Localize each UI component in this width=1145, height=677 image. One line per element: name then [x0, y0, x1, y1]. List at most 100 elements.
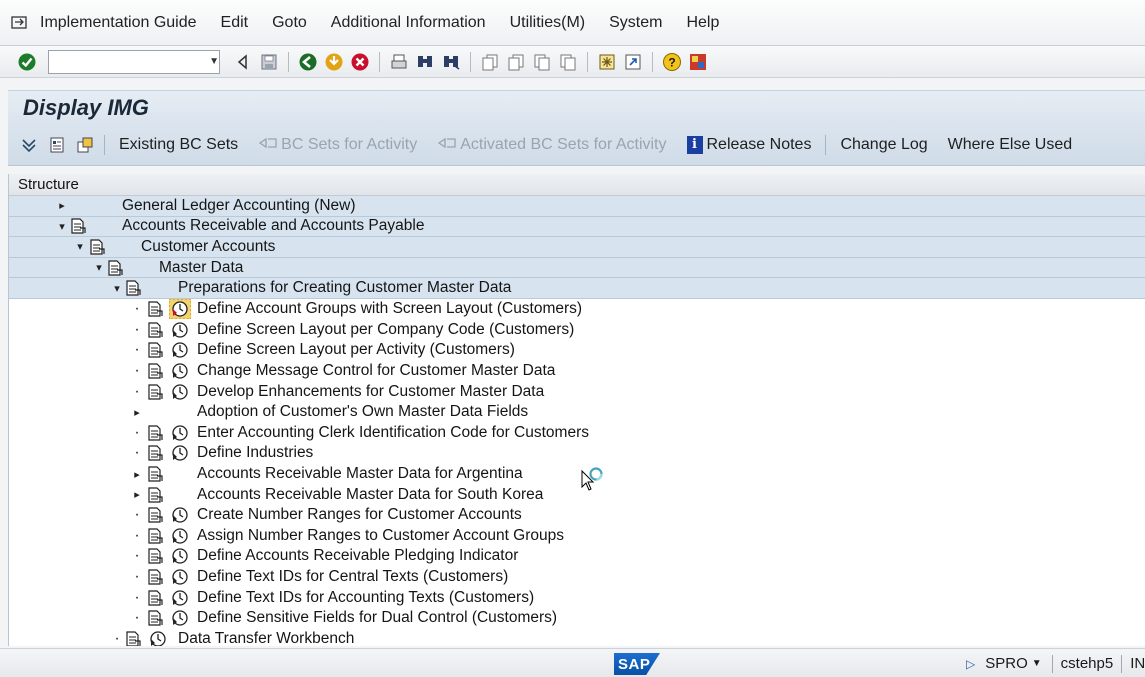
tree-node[interactable]: ▸ Adoption of Customer's Own Master Data …: [9, 402, 1145, 423]
tree-node-label[interactable]: General Ledger Accounting (New): [122, 197, 356, 215]
where-else-used-button[interactable]: Where Else Used: [938, 136, 1083, 154]
tree-node-label[interactable]: Accounts Receivable Master Data for Arge…: [197, 465, 523, 483]
tree-node-label[interactable]: Enter Accounting Clerk Identification Co…: [197, 424, 589, 442]
menu-additional-information[interactable]: Additional Information: [319, 14, 498, 32]
tree-node-label[interactable]: Develop Enhancements for Customer Master…: [197, 383, 544, 401]
execute-activity-icon[interactable]: [149, 630, 167, 646]
execute-activity-icon[interactable]: [171, 362, 189, 380]
tree-node-label[interactable]: Change Message Control for Customer Mast…: [197, 362, 555, 380]
generate-shortcut-icon[interactable]: [622, 51, 644, 73]
execute-activity-icon[interactable]: [171, 341, 189, 359]
execute-activity-icon[interactable]: [171, 568, 189, 586]
find-icon[interactable]: [414, 51, 436, 73]
expand-node-icon[interactable]: ▸: [131, 468, 143, 481]
tree-node-label[interactable]: Define Text IDs for Central Texts (Custo…: [197, 568, 508, 586]
execute-activity-icon[interactable]: [171, 383, 189, 401]
tree-node[interactable]: · Define Text IDs for Central Texts (Cust…: [9, 567, 1145, 588]
help-icon[interactable]: ?: [661, 51, 683, 73]
bc-sets-for-activity-button[interactable]: BC Sets for Activity: [248, 136, 427, 154]
command-field[interactable]: ▼: [24, 49, 220, 74]
menu-edit[interactable]: Edit: [209, 14, 261, 32]
existing-bc-sets-button[interactable]: Existing BC Sets: [109, 136, 248, 154]
documentation-icon[interactable]: [146, 568, 164, 586]
tree-node-label[interactable]: Assign Number Ranges to Customer Account…: [197, 527, 564, 545]
collapse-node-icon[interactable]: ▾: [56, 220, 68, 233]
cross-reference-icon[interactable]: [74, 134, 96, 156]
first-page-icon[interactable]: [479, 51, 501, 73]
tree-node[interactable]: · Define Accounts Receivable Pledging Ind…: [9, 546, 1145, 567]
green-back-icon[interactable]: [297, 51, 319, 73]
tree-node[interactable]: ▸ Accounts Receivable Master Data for Arg…: [9, 464, 1145, 485]
tree-node[interactable]: · Define Text IDs for Accounting Texts (C…: [9, 587, 1145, 608]
tree-node-label[interactable]: Customer Accounts: [141, 238, 275, 256]
menu-help[interactable]: Help: [674, 14, 731, 32]
documentation-icon[interactable]: [146, 383, 164, 401]
expand-node-icon[interactable]: ▸: [131, 488, 143, 501]
tree-node[interactable]: ▾ Master Data: [9, 257, 1145, 279]
execute-activity-icon[interactable]: [171, 527, 189, 545]
create-session-icon[interactable]: [596, 51, 618, 73]
execute-activity-icon[interactable]: [171, 321, 189, 339]
tree-node[interactable]: · Define Sensitive Fields for Dual Contro…: [9, 608, 1145, 629]
tree-node[interactable]: ▾ Preparations for Creating Customer Mast…: [9, 278, 1145, 299]
tree-node-label[interactable]: Define Screen Layout per Company Code (C…: [197, 321, 574, 339]
expand-node-icon[interactable]: ▸: [56, 199, 68, 212]
execute-activity-icon[interactable]: [171, 424, 189, 442]
documentation-icon[interactable]: [146, 424, 164, 442]
execute-activity-icon[interactable]: [171, 609, 189, 627]
expand-subtree-icon[interactable]: [18, 134, 40, 156]
tree-node-label[interactable]: Adoption of Customer's Own Master Data F…: [197, 403, 528, 421]
documentation-icon[interactable]: [146, 589, 164, 607]
tree-node[interactable]: · Develop Enhancements for Customer Maste…: [9, 381, 1145, 402]
tree-node-label[interactable]: Define Industries: [197, 444, 313, 462]
activated-bc-sets-button[interactable]: Activated BC Sets for Activity: [427, 136, 676, 154]
menu-utilities[interactable]: Utilities(M): [498, 14, 598, 32]
cancel-icon[interactable]: [349, 51, 371, 73]
command-input[interactable]: [24, 50, 210, 73]
tree-node[interactable]: ▸ General Ledger Accounting (New): [9, 196, 1145, 217]
customize-layout-icon[interactable]: [687, 51, 709, 73]
documentation-icon[interactable]: [146, 465, 164, 483]
tree-node[interactable]: · Define Industries: [9, 443, 1145, 464]
documentation-icon[interactable]: [69, 217, 87, 235]
expand-status-icon[interactable]: ▷: [966, 657, 975, 671]
save-icon[interactable]: [258, 51, 280, 73]
documentation-icon[interactable]: [146, 444, 164, 462]
documentation-icon[interactable]: [146, 341, 164, 359]
tree-node[interactable]: · Data Transfer Workbench: [9, 628, 1145, 646]
documentation-icon[interactable]: [146, 506, 164, 524]
last-page-icon[interactable]: [557, 51, 579, 73]
tree-node-label[interactable]: Define Screen Layout per Activity (Custo…: [197, 341, 515, 359]
tree-node-label[interactable]: Define Sensitive Fields for Dual Control…: [197, 609, 557, 627]
tree-node[interactable]: · Create Number Ranges for Customer Accou…: [9, 505, 1145, 526]
execute-activity-icon[interactable]: [171, 547, 189, 565]
documentation-icon[interactable]: [146, 300, 164, 318]
tree-node-label[interactable]: Accounts Receivable Master Data for Sout…: [197, 486, 543, 504]
documentation-icon[interactable]: [146, 609, 164, 627]
change-log-button[interactable]: Change Log: [830, 136, 937, 154]
documentation-icon[interactable]: [146, 547, 164, 565]
tree-node-label[interactable]: Master Data: [159, 259, 243, 277]
chevron-down-icon[interactable]: ▼: [209, 51, 219, 73]
documentation-icon[interactable]: [146, 527, 164, 545]
expand-node-icon[interactable]: ▸: [131, 406, 143, 419]
collapse-node-icon[interactable]: ▾: [93, 261, 105, 274]
tree-node[interactable]: · Define Screen Layout per Company Code (…: [9, 320, 1145, 341]
previous-page-icon[interactable]: [505, 51, 527, 73]
documentation-icon[interactable]: [146, 486, 164, 504]
tree-node-label[interactable]: Data Transfer Workbench: [178, 630, 354, 646]
tree-node[interactable]: · Define Account Groups with Screen Layou…: [9, 299, 1145, 320]
documentation-icon[interactable]: [146, 321, 164, 339]
back-icon[interactable]: [232, 51, 254, 73]
tree-node-label[interactable]: Define Accounts Receivable Pledging Indi…: [197, 547, 518, 565]
execute-activity-icon[interactable]: [171, 444, 189, 462]
tree-node-label[interactable]: Define Account Groups with Screen Layout…: [197, 300, 582, 318]
documentation-icon[interactable]: [88, 238, 106, 256]
menu-goto[interactable]: Goto: [260, 14, 319, 32]
menu-system[interactable]: System: [597, 14, 674, 32]
tree-node[interactable]: ▸ Accounts Receivable Master Data for Sou…: [9, 484, 1145, 505]
documentation-icon[interactable]: [106, 259, 124, 277]
execute-activity-icon[interactable]: [169, 299, 191, 320]
tree-node-label[interactable]: Accounts Receivable and Accounts Payable: [122, 217, 424, 235]
execute-activity-icon[interactable]: [171, 506, 189, 524]
